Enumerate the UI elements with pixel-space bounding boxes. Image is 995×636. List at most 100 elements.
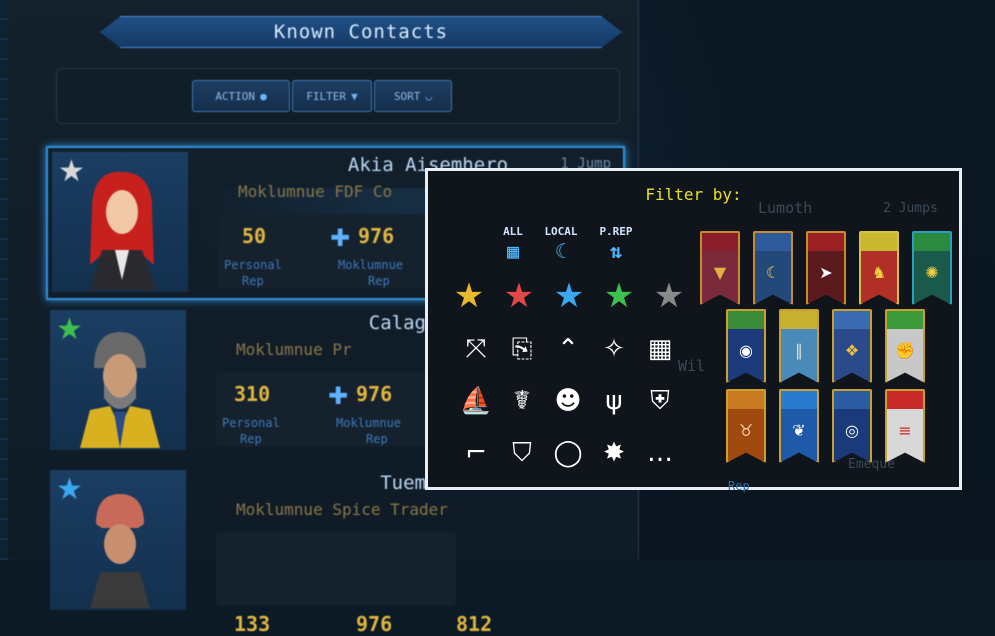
portrait-gray-beard [80, 332, 160, 448]
personal-rep-value: 50 [242, 224, 267, 248]
banner-emblem-icon: ♞ [871, 263, 887, 282]
moon-icon: ☾ [554, 239, 568, 263]
sort-label: SORT [393, 89, 421, 103]
banner-drape [887, 391, 923, 409]
banner-emblem-icon: ▼ [713, 263, 727, 282]
banner-triangle[interactable]: ▼ [700, 231, 740, 305]
chip-icon[interactable]: ▦ [642, 331, 678, 367]
banner-emblem-icon: ≡ [898, 421, 912, 440]
banner-wings[interactable]: ❖ [832, 309, 872, 383]
banner-bird[interactable]: ➤ [806, 231, 846, 305]
armor-icon[interactable]: ⛉ [504, 435, 540, 471]
filter-label: FILTER [306, 89, 347, 103]
shield-wing-icon[interactable]: ⛨ [642, 383, 678, 419]
banner-emblem-icon: ♉ [738, 421, 754, 440]
filter-local[interactable]: LOCAL ☾ [538, 225, 584, 262]
banner-drape [808, 233, 844, 251]
filter-all[interactable]: ALL ▦ [498, 225, 528, 262]
banner-sun[interactable]: ✺ [912, 231, 952, 305]
banner-drape [834, 311, 870, 329]
ship-icon[interactable]: ⛵ [458, 383, 494, 419]
blue-star-icon: ★ [56, 472, 83, 507]
filter-popup: Lumoth 2 Jumps Wil Emeque Rep Filter by:… [425, 168, 962, 493]
crossroads-icon[interactable]: ⤧ [458, 331, 494, 367]
funnel-icon: ▼ [351, 89, 358, 103]
banner-emblem-icon: ☾ [765, 263, 781, 282]
group-add-icon[interactable]: ☻ [550, 383, 586, 419]
local-label: LOCAL [544, 225, 578, 238]
dot-icon: ● [260, 89, 267, 103]
ring-icon[interactable]: ◯ [550, 435, 586, 471]
avatar: ★ [52, 152, 188, 292]
banner-drape [702, 233, 738, 251]
burst-icon[interactable]: ✸ [596, 435, 632, 471]
bug-icon[interactable]: ☤ [504, 383, 540, 419]
banner-emblem-icon: ✊ [895, 341, 915, 360]
window-title: Known Contacts [273, 21, 449, 43]
banner-drape [834, 391, 870, 409]
faction-rep-value: 976 [356, 612, 393, 636]
personal-rep-value: 133 [234, 612, 271, 636]
green-star-filter[interactable]: ★ [600, 277, 638, 315]
plus-icon: ✚ [330, 224, 351, 252]
rep-stats: 310 ✚ 976 Personal Rep Moklumnue Rep [216, 372, 456, 446]
contact-org: Moklumnue FDF Co [238, 182, 393, 201]
red-star-filter[interactable]: ★ [500, 277, 538, 315]
extra-rep-value: 812 [456, 612, 493, 636]
action-label: ACTION [215, 89, 256, 103]
rep-label-2: Rep [366, 432, 388, 446]
banner-drape [728, 311, 764, 329]
filter-button[interactable]: FILTER ▼ [292, 80, 372, 112]
banner-pillar[interactable]: ∥ [779, 309, 819, 383]
trident-icon[interactable]: ψ [596, 383, 632, 419]
portrait-red-hair [90, 171, 156, 290]
rep-label: Rep [242, 274, 264, 288]
prep-label: P.REP [599, 225, 633, 238]
gold-star-filter[interactable]: ★ [450, 277, 488, 315]
behind-rep-label: Rep [728, 479, 750, 493]
plus-icon: ✚ [328, 382, 349, 410]
banner-orb[interactable]: ◎ [832, 389, 872, 463]
rep-stats: 50 ✚ 976 Personal Rep Moklumnue Rep [218, 214, 458, 288]
banner-hoof[interactable]: ♉ [726, 389, 766, 463]
banner-emblem-icon: ➤ [819, 263, 833, 282]
banner-drape [781, 311, 817, 329]
banner-drape [887, 311, 923, 329]
certificate-icon[interactable]: ⎘ [504, 331, 540, 367]
banner-drape [914, 233, 950, 251]
all-label: ALL [503, 225, 523, 238]
banner-lion[interactable]: ♞ [859, 231, 899, 305]
filter-title: Filter by: [645, 185, 742, 204]
sort-button[interactable]: SORT ◡ [374, 80, 452, 112]
banner-feather[interactable]: ❦ [779, 389, 819, 463]
rifle-icon[interactable]: ⌐ [458, 435, 494, 471]
avatar: ★ [50, 310, 186, 450]
contact-org: Moklumnue Pr [236, 340, 352, 359]
white-star-icon: ★ [58, 154, 85, 189]
faction-label: Moklumnue [336, 416, 402, 430]
rep-label-2: Rep [368, 274, 390, 288]
personal-label: Personal [224, 258, 282, 272]
faction-rep-value: 976 [356, 382, 393, 406]
rep-label: Rep [240, 432, 262, 446]
faction-rep-value: 976 [358, 224, 395, 248]
arrows-updown-icon: ⇅ [609, 239, 623, 263]
portrait-turban [90, 494, 150, 608]
action-button[interactable]: ACTION ● [192, 80, 290, 112]
banner-drape [781, 391, 817, 409]
banner-fist[interactable]: ✊ [885, 309, 925, 383]
gray-star-filter[interactable]: ★ [650, 277, 688, 315]
banner-emblem-icon: ❦ [792, 421, 806, 440]
green-star-icon: ★ [56, 312, 83, 347]
behind-contact-sub: Wil [678, 357, 706, 375]
banner-emblem-icon: ✺ [925, 263, 939, 282]
blue-star-filter[interactable]: ★ [550, 277, 588, 315]
banner-moon[interactable]: ☾ [753, 231, 793, 305]
banner-eye[interactable]: ◉ [726, 309, 766, 383]
banner-ladder[interactable]: ≡ [885, 389, 925, 463]
chat-icon[interactable]: … [642, 435, 678, 471]
banner-emblem-icon: ∥ [795, 341, 803, 360]
chevron-rank-icon[interactable]: ⌃ [550, 331, 586, 367]
compass-icon[interactable]: ✧ [596, 331, 632, 367]
filter-prep[interactable]: P.REP ⇅ [594, 225, 638, 262]
